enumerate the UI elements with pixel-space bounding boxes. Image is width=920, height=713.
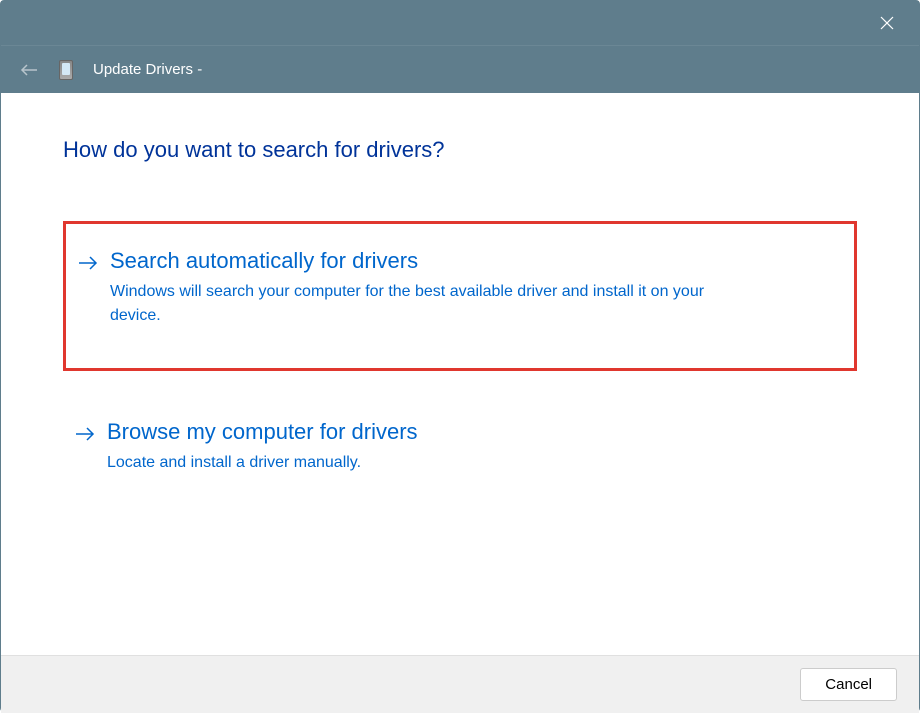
option-content: Search automatically for drivers Windows… [110, 248, 846, 328]
wizard-header: Update Drivers - [1, 45, 919, 93]
back-arrow-icon [20, 63, 38, 77]
option-title: Browse my computer for drivers [107, 419, 849, 445]
device-icon [59, 60, 73, 80]
arrow-right-icon [75, 427, 95, 446]
option-content: Browse my computer for drivers Locate an… [107, 419, 849, 475]
option-description: Windows will search your computer for th… [110, 280, 750, 328]
close-icon [880, 16, 894, 30]
option-title: Search automatically for drivers [110, 248, 846, 274]
wizard-question: How do you want to search for drivers? [63, 137, 857, 163]
arrow-right-icon [78, 256, 98, 275]
back-button[interactable] [19, 60, 39, 80]
option-description: Locate and install a driver manually. [107, 451, 747, 475]
titlebar [1, 1, 919, 45]
footer: Cancel [1, 655, 919, 713]
cancel-button[interactable]: Cancel [800, 668, 897, 701]
close-button[interactable] [867, 3, 907, 43]
content-area: How do you want to search for drivers? S… [1, 93, 919, 655]
header-title: Update Drivers - [93, 61, 202, 78]
option-search-automatically[interactable]: Search automatically for drivers Windows… [63, 221, 857, 371]
option-browse-computer[interactable]: Browse my computer for drivers Locate an… [63, 407, 857, 487]
